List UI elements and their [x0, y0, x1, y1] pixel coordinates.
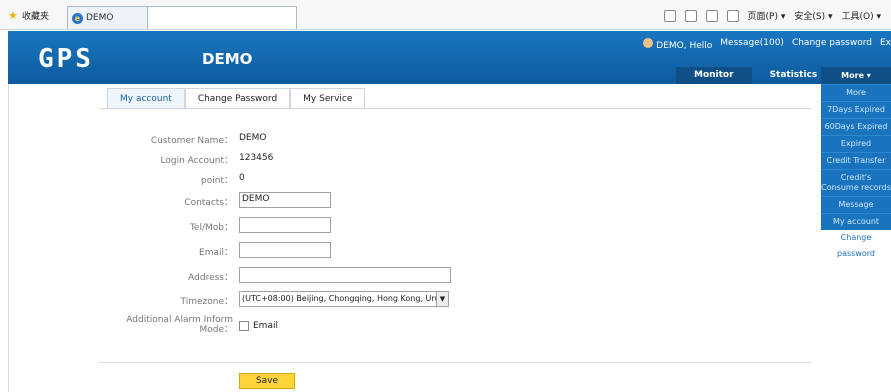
email-input[interactable]: [239, 242, 331, 258]
customer-name-row: Customer Name： DEMO: [9, 130, 821, 148]
contacts-row: Contacts： DEMO: [9, 192, 821, 210]
more-menu-item-credit-records[interactable]: Credit's Consume records: [821, 169, 891, 196]
address-label: Address：: [188, 273, 233, 283]
print-icon[interactable]: [726, 9, 739, 22]
address-input[interactable]: [239, 267, 451, 283]
home-icon[interactable]: [663, 9, 676, 22]
page-menu[interactable]: 页面(P) ▾: [748, 9, 786, 22]
account-form: Customer Name： DEMO Login Account： 12345…: [9, 84, 821, 392]
point-row: point： 0: [9, 170, 821, 188]
nav-more[interactable]: More ▾: [821, 67, 891, 84]
alarm-row: Additional Alarm Inform Mode： Email: [9, 315, 821, 343]
more-menu-item-change-password[interactable]: Change password: [821, 230, 891, 262]
email-row: Email：: [9, 242, 821, 260]
message-link[interactable]: Message(100): [720, 38, 784, 51]
timezone-select[interactable]: (UTC+08:00) Beijing, Chongqing, Hong Kon…: [239, 291, 449, 307]
favorites-button[interactable]: ★ 收藏夹: [8, 9, 49, 22]
tel-input[interactable]: [239, 217, 331, 233]
mail-icon[interactable]: [705, 9, 718, 22]
address-row: Address：: [9, 267, 821, 285]
account-panel: My account Change Password My Service Cu…: [8, 84, 820, 392]
tel-row: Tel/Mob：: [9, 217, 821, 235]
chevron-down-icon[interactable]: ▼: [436, 292, 448, 306]
star-icon: ★: [8, 9, 18, 22]
point-label: point：: [201, 176, 233, 186]
login-account-value: 123456: [239, 153, 274, 163]
gps-logo: GPS: [38, 44, 94, 74]
contacts-input[interactable]: DEMO: [239, 192, 331, 208]
more-menu-item-my-account[interactable]: My account: [821, 213, 891, 230]
contacts-label: Contacts：: [184, 198, 233, 208]
more-menu-item-more[interactable]: More: [821, 84, 891, 101]
login-account-row: Login Account： 123456: [9, 150, 821, 168]
customer-name-label: Customer Name：: [150, 136, 233, 146]
security-menu[interactable]: 安全(S) ▾: [794, 9, 832, 22]
timezone-label: Timezone：: [180, 297, 234, 307]
ie-icon: e: [72, 12, 83, 24]
change-password-link[interactable]: Change password: [792, 38, 872, 51]
alarm-label: Additional Alarm Inform Mode：: [126, 315, 233, 335]
browser-tab[interactable]: e DEMO: [68, 7, 148, 29]
tools-menu[interactable]: 工具(O) ▾: [842, 9, 882, 22]
form-divider: [99, 362, 811, 363]
app-header: GPS DEMO DEMO, Hello Message(100) Change…: [8, 31, 891, 84]
main-nav: Monitor Statistics: [676, 67, 835, 84]
more-dropdown: More ▾ More 7Days Expired 60Days Expired…: [821, 67, 891, 262]
timezone-row: Timezone： (UTC+08:00) Beijing, Chongqing…: [9, 291, 821, 309]
more-menu-item-7days[interactable]: 7Days Expired: [821, 101, 891, 118]
tel-label: Tel/Mob：: [189, 223, 233, 233]
more-menu-item-credit-transfer[interactable]: Credit Transfer: [821, 152, 891, 169]
user-icon: [643, 38, 654, 48]
login-account-label: Login Account：: [160, 156, 233, 166]
email-checkbox[interactable]: [239, 321, 249, 331]
nav-monitor[interactable]: Monitor: [676, 67, 752, 84]
exit-link[interactable]: Ex: [880, 38, 891, 51]
user-greeting: DEMO, Hello: [643, 38, 712, 51]
user-bar: DEMO, Hello Message(100) Change password…: [643, 38, 891, 51]
app-title: DEMO: [202, 50, 253, 68]
browser-tab-strip: e DEMO: [67, 6, 297, 29]
email-checkbox-label: Email: [253, 321, 278, 331]
save-button[interactable]: Save: [239, 373, 295, 389]
email-label: Email：: [199, 248, 233, 258]
customer-name-value: DEMO: [239, 133, 267, 143]
more-menu-item-60days[interactable]: 60Days Expired: [821, 118, 891, 135]
more-menu-item-message[interactable]: Message: [821, 196, 891, 213]
more-menu-item-expired[interactable]: Expired: [821, 135, 891, 152]
point-value: 0: [239, 173, 245, 183]
feeds-icon[interactable]: [684, 9, 697, 22]
browser-command-bar: 页面(P) ▾ 安全(S) ▾ 工具(O) ▾: [663, 9, 882, 22]
browser-toolbar: ★ 收藏夹 e DEMO 页面(P) ▾ 安全(S) ▾ 工具(O) ▾: [0, 0, 891, 30]
